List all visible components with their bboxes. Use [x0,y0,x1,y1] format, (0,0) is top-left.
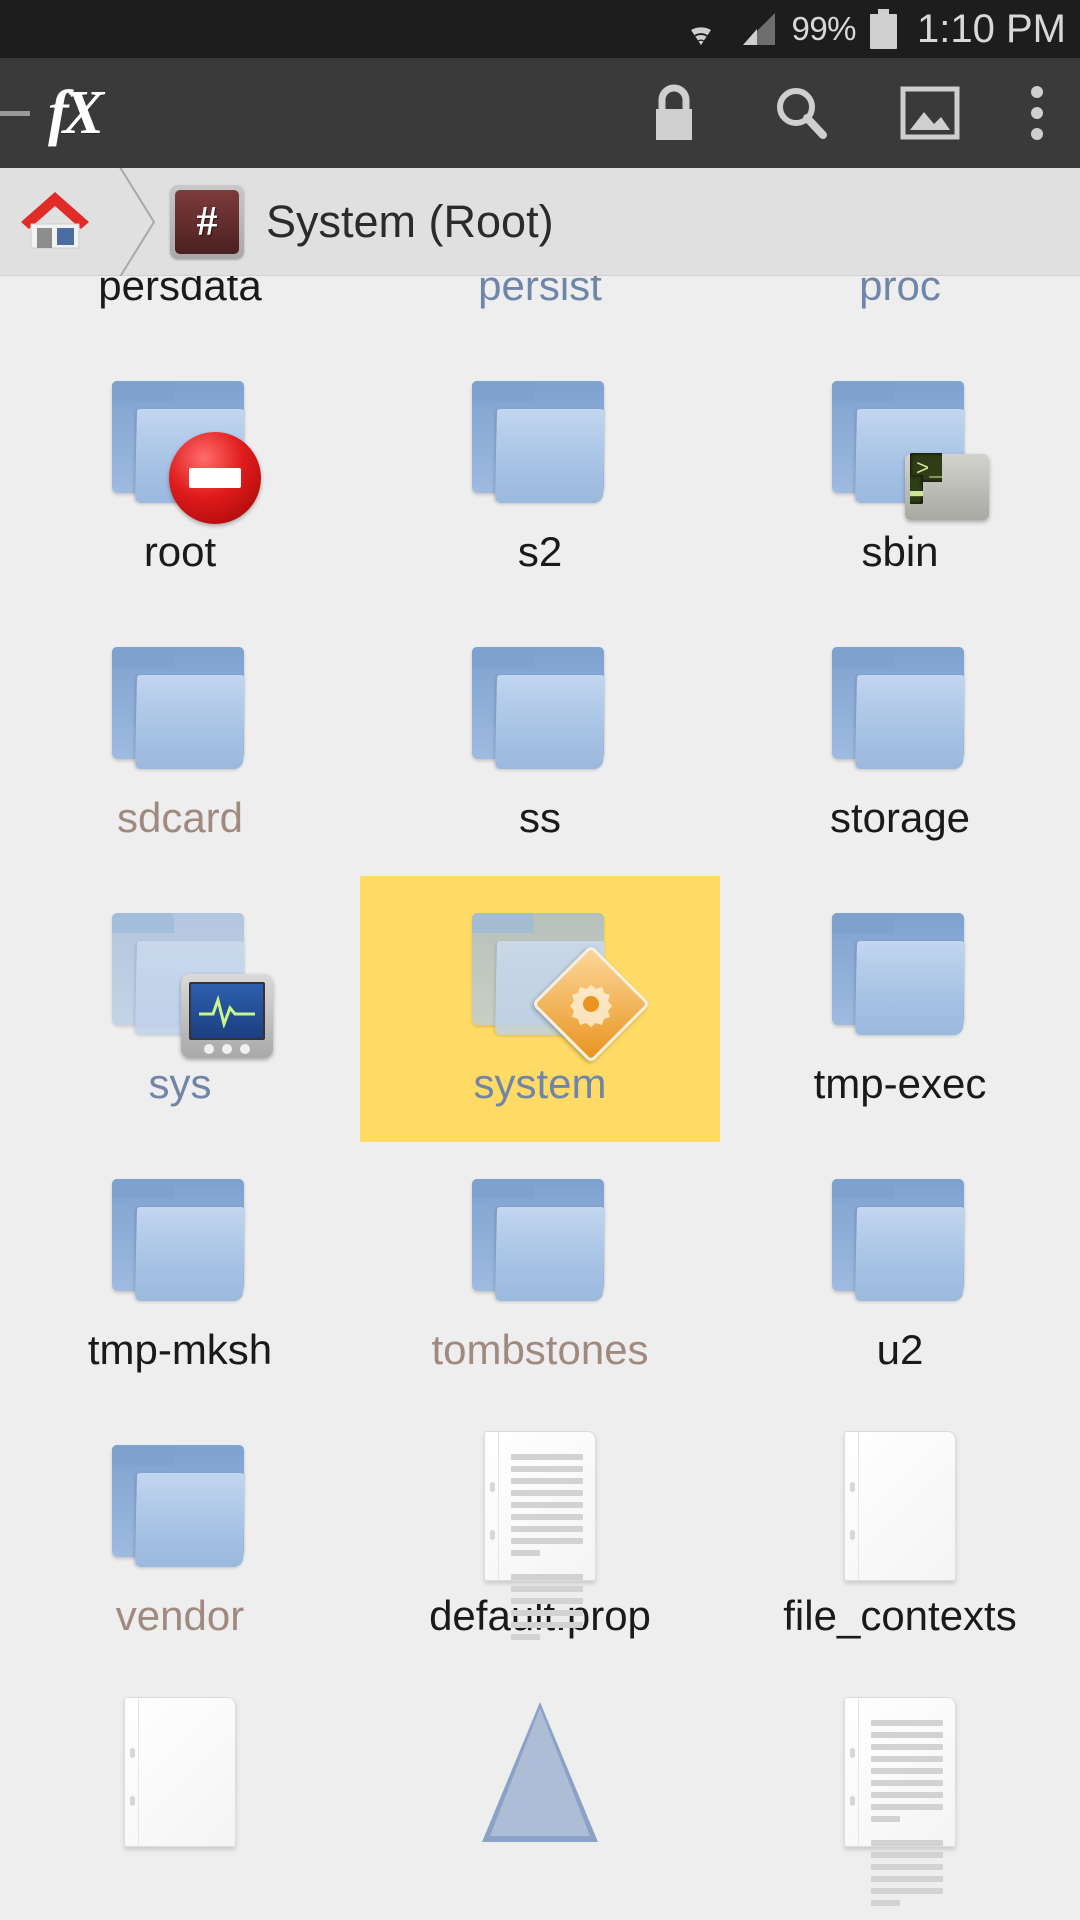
grid-item-label: proc [859,276,941,309]
battery-icon [870,9,898,49]
file-grid: persdata persist proc root s2 >_ ▬ sbin sdcard ss… [0,276,1080,1920]
grid-item-label: tmp-exec [813,1060,987,1107]
folder-icon [110,645,250,771]
grid-item-icon [825,894,975,1054]
folder-icon [830,1177,970,1303]
grid-item-persdata[interactable]: persdata [0,276,360,344]
file-grid-viewport[interactable]: persdata persist proc root s2 >_ ▬ sbin sdcard ss… [0,276,1080,1920]
document-blank-icon [844,1431,956,1581]
app-logo[interactable]: fX [48,78,104,149]
grid-item-icon [105,628,255,788]
grid-item-icon [825,628,975,788]
breadcrumb: # System (Root) [0,162,1080,281]
grid-item-icon [465,894,651,1064]
folder-icon [830,645,970,771]
grid-item-u2[interactable]: u2 [720,1142,1080,1408]
grid-item[interactable] [360,1674,720,1920]
grid-item-label: persdata [98,276,262,309]
document-icon [844,1697,956,1906]
grid-item-tombstones[interactable]: tombstones [360,1142,720,1408]
folder-icon [470,379,610,505]
grid-item-icon [465,1426,615,1640]
search-icon[interactable] [738,58,866,168]
wifi-icon [679,11,723,47]
status-bar: 99% 1:10 PM [0,0,1080,58]
clock-label: 1:10 PM [917,6,1066,51]
image-icon[interactable] [866,58,994,168]
grid-item-label: ss [519,794,561,841]
battery-percent-label: 99% [791,10,857,47]
grid-item-sdcard[interactable]: sdcard [0,610,360,876]
grid-item-sbin[interactable]: >_ ▬sbin [720,344,1080,610]
system-monitor-badge-icon [181,974,273,1058]
grid-item-label: system [473,1060,607,1107]
grid-item-label: storage [829,794,971,841]
folder-icon [110,1177,250,1303]
grid-item-icon [465,1160,615,1320]
grid-item-s2[interactable]: s2 [360,344,720,610]
grid-item-label: tmp-mksh [87,1326,273,1373]
image-file-icon [480,1702,600,1842]
terminal-badge-icon: >_ ▬ [905,453,989,520]
breadcrumb-home-button[interactable] [0,188,110,255]
grid-item-label: s2 [517,528,563,575]
app-bar: fX [0,58,1080,168]
folder-icon [470,645,610,771]
grid-item-label: persist [478,276,602,309]
grid-item-vendor[interactable]: vendor [0,1408,360,1674]
grid-item-label: root [143,528,217,575]
lock-icon[interactable] [610,58,738,168]
grid-item[interactable] [0,1674,360,1920]
cellular-signal-icon [737,11,777,47]
grid-item-label: sys [148,1060,212,1107]
grid-item-icon [825,1426,975,1586]
grid-item-label: tombstones [431,1326,649,1373]
app-bar-actions [610,58,1080,168]
grid-item-icon: >_ ▬ [825,362,989,522]
folder-icon [110,1443,250,1569]
grid-item-icon [105,362,261,524]
chevron-right-icon [110,162,160,281]
overflow-menu-icon[interactable] [994,58,1080,168]
grid-item-icon [825,1160,975,1320]
document-blank-icon [124,1697,236,1847]
no-entry-badge-icon [169,432,261,524]
grid-item-icon [105,1426,255,1586]
grid-item-icon [465,1692,615,1852]
grid-item-label: file_contexts [783,1592,1017,1639]
grid-item-tmp-mksh[interactable]: tmp-mksh [0,1142,360,1408]
grid-item-label: sbin [861,528,939,575]
grid-item-icon [825,1692,975,1906]
grid-item[interactable] [720,1674,1080,1920]
grid-item-tmp-exec[interactable]: tmp-exec [720,876,1080,1142]
home-icon [17,188,93,255]
grid-item-label: u2 [876,1326,924,1373]
grid-item-icon [465,362,615,522]
root-hash-badge-icon: # [170,184,244,259]
grid-item-default-prop[interactable]: default.prop [360,1408,720,1674]
grid-item-file-contexts[interactable]: file_contexts [720,1408,1080,1674]
grid-item-label: vendor [115,1592,245,1639]
grid-item-system[interactable]: system [360,876,720,1142]
grid-item-label: sdcard [116,794,244,841]
drawer-handle[interactable] [0,110,30,116]
grid-item-ss[interactable]: ss [360,610,720,876]
grid-item-icon [105,894,273,1058]
document-icon [484,1431,596,1640]
grid-item-icon [105,1160,255,1320]
grid-item-persist[interactable]: persist [360,276,720,344]
grid-item-proc[interactable]: proc [720,276,1080,344]
folder-icon [830,911,970,1037]
grid-item-sys[interactable]: sys [0,876,360,1142]
breadcrumb-item-system-root[interactable]: # System (Root) [160,184,554,259]
grid-item-storage[interactable]: storage [720,610,1080,876]
grid-item-icon [105,1692,255,1852]
breadcrumb-label: System (Root) [266,195,554,247]
folder-icon [470,1177,610,1303]
grid-item-icon [465,628,615,788]
grid-item-root[interactable]: root [0,344,360,610]
